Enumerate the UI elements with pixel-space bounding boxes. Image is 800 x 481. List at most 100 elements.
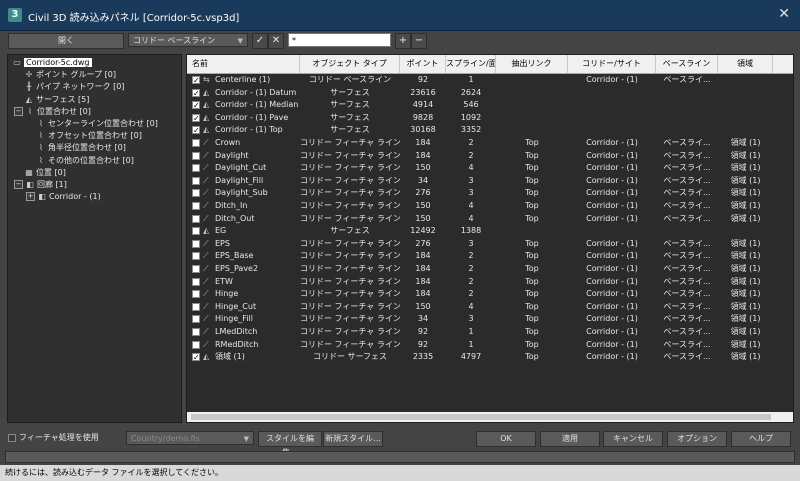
table-row[interactable]: ⟋ Hinge_Fill コリドー フィーチャ ライン 34 3 Top Corridor … — [187, 313, 793, 325]
cell-baseline: ベースライ... — [663, 163, 711, 173]
featureline-icon: ⟋ — [203, 264, 209, 273]
table-row[interactable]: ⟋ Daylight_Sub コリドー フィーチャ ライン 276 3 Top Corrid… — [187, 187, 793, 199]
cell-baseline: ベースライ... — [663, 213, 711, 223]
cancel-button[interactable]: キャンセル — [603, 431, 663, 447]
tree-item[interactable]: ⌇ センターライン位置合わせ [0] — [36, 118, 158, 130]
tree-item[interactable]: ✢ ポイント グループ [0] — [24, 69, 116, 81]
row-checkbox[interactable] — [192, 265, 200, 273]
row-checkbox[interactable] — [192, 277, 200, 286]
table-row[interactable]: ⟋ Crown コリドー フィーチャ ライン 184 2 Top Corridor - (1… — [187, 137, 793, 149]
table-row[interactable]: ⟋ Daylight_Fill コリドー フィーチャ ライン 34 3 Top Corrid… — [187, 175, 793, 187]
row-checkbox[interactable]: ✓ — [192, 88, 200, 97]
cell-type: サーフェス — [330, 112, 370, 122]
row-checkbox[interactable] — [192, 227, 200, 236]
row-checkbox[interactable] — [192, 139, 200, 147]
table-row[interactable]: ◭ EG サーフェス 12492 1388 — [187, 225, 793, 237]
table-row[interactable]: ✓ ⇆ Centerline (1) コリドー ベースライン 92 1 Corridor -… — [187, 74, 793, 86]
tree-item[interactable]: − ◧ 回廊 [1] — [14, 179, 67, 191]
add-filter-icon[interactable]: + — [395, 33, 411, 49]
tree-item[interactable]: ⌇ その他の位置合わせ [0] — [36, 155, 134, 167]
cell-points: 150 — [415, 163, 431, 173]
row-checkbox[interactable]: ✓ — [192, 126, 200, 135]
tree-item[interactable]: ▭ Corridor-5c.dwg — [12, 57, 92, 69]
table-row[interactable]: ⟋ Daylight_Cut コリドー フィーチャ ライン 150 4 Top Corrid… — [187, 162, 793, 174]
row-checkbox[interactable] — [192, 239, 200, 248]
tree-item[interactable]: ◭ サーフェス [5] — [24, 94, 89, 106]
baseline-type-select[interactable]: コリドー ベースライン ▼ — [128, 33, 248, 47]
row-checkbox[interactable]: ✓ — [192, 76, 200, 85]
close-icon[interactable]: ✕ — [778, 6, 790, 22]
fis-file-select[interactable]: Country/demo.fis ▼ — [126, 431, 254, 445]
column-header[interactable]: ベースライン — [656, 55, 718, 73]
row-checkbox[interactable] — [192, 315, 200, 324]
column-header[interactable]: スプライン/面 — [446, 55, 496, 73]
table-row[interactable]: ⟋ LMedDitch コリドー フィーチャ ライン 92 1 Top Corridor -… — [187, 326, 793, 338]
new-style-button[interactable]: 新規スタイル... — [323, 431, 383, 447]
column-header[interactable]: ポイント — [400, 55, 446, 73]
remove-filter-icon[interactable]: − — [411, 33, 427, 49]
row-checkbox[interactable] — [192, 302, 200, 311]
uncheck-all-icon[interactable]: ✕ — [268, 33, 284, 49]
table-row[interactable]: ⟋ Hinge_Cut コリドー フィーチャ ライン 150 4 Top Corridor … — [187, 301, 793, 313]
cell-splines: 4 — [468, 213, 474, 223]
table-row[interactable]: ✓ ◭ Corridor - (1) Datum サーフェス 23616 2624 — [187, 87, 793, 99]
table-row[interactable]: ⟋ RMedDitch コリドー フィーチャ ライン 92 1 Top Corridor -… — [187, 339, 793, 351]
table-row[interactable]: ⟋ Ditch_Out コリドー フィーチャ ライン 150 4 Top Corridor … — [187, 213, 793, 225]
table-row[interactable]: ⟋ EPS_Base コリドー フィーチャ ライン 184 2 Top Corridor -… — [187, 250, 793, 262]
column-header[interactable]: オブジェクト タイプ — [300, 55, 400, 73]
expand-icon[interactable]: + — [26, 192, 35, 202]
cell-splines: 4797 — [460, 352, 482, 362]
row-checkbox[interactable] — [192, 189, 200, 198]
row-checkbox[interactable] — [192, 151, 200, 160]
scrollbar-thumb[interactable] — [191, 414, 771, 420]
check-all-icon[interactable]: ✓ — [252, 33, 268, 49]
edit-style-button[interactable]: スタイルを編集... — [258, 431, 322, 457]
tree-item[interactable]: ╫ パイプ ネットワーク [0] — [24, 81, 125, 93]
row-checkbox[interactable] — [192, 164, 200, 173]
row-checkbox[interactable] — [192, 202, 200, 210]
cell-corridor: Corridor - (1) — [586, 163, 638, 173]
object-tree[interactable]: ▭ Corridor-5c.dwg ✢ ポイント グループ [0] ╫ パイプ ネットワー… — [7, 54, 182, 423]
row-checkbox[interactable] — [192, 252, 200, 261]
row-checkbox[interactable] — [192, 328, 200, 336]
row-checkbox[interactable] — [192, 290, 200, 299]
table-row[interactable]: ⟋ Hinge コリドー フィーチャ ライン 184 2 Top Corridor - (1… — [187, 288, 793, 300]
tree-item[interactable]: + ◧ Corridor - (1) — [26, 191, 101, 203]
tree-item[interactable]: ⌇ オフセット位置合わせ [0] — [36, 130, 142, 142]
column-header[interactable]: 抽出リンク — [496, 55, 568, 73]
table-row[interactable]: ⟋ EPS コリドー フィーチャ ライン 276 3 Top Corridor - (1) ベ… — [187, 238, 793, 250]
column-header[interactable]: コリドー/サイト — [568, 55, 656, 73]
column-header[interactable]: 名前 — [187, 55, 300, 73]
apply-button[interactable]: 適用 — [540, 431, 600, 447]
options-button[interactable]: オプション — [667, 431, 727, 447]
row-checkbox[interactable]: ✓ — [192, 101, 200, 110]
ok-button[interactable]: OK — [476, 431, 536, 447]
tree-item[interactable]: ▦ 位置 [0] — [24, 167, 66, 179]
open-button[interactable]: 開く — [8, 33, 124, 49]
table-row[interactable]: ✓ ◭ Corridor - (1) Median サーフェス 4914 546 — [187, 99, 793, 111]
table-row[interactable]: ⟋ EPS_Pave2 コリドー フィーチャ ライン 184 2 Top Corridor … — [187, 263, 793, 275]
row-checkbox[interactable] — [192, 214, 200, 223]
table-row[interactable]: ⟋ Daylight コリドー フィーチャ ライン 184 2 Top Corridor -… — [187, 150, 793, 162]
collapse-icon[interactable]: − — [14, 106, 23, 116]
table-row[interactable]: ⟋ ETW コリドー フィーチャ ライン 184 2 Top Corridor - (1) ベ… — [187, 276, 793, 288]
row-checkbox[interactable] — [192, 176, 200, 185]
tree-item[interactable]: − ⌇ 位置合わせ [0] — [14, 106, 91, 118]
object-grid[interactable]: 名前 オブジェクト タイプ ポイント スプライン/面 抽出リンク コリドー/サイト ベースラ… — [186, 54, 794, 423]
table-row[interactable]: ⟋ Ditch_In コリドー フィーチャ ライン 150 4 Top Corridor -… — [187, 200, 793, 212]
help-button[interactable]: ヘルプ — [731, 431, 791, 447]
table-row[interactable]: ✓ ◭ Corridor - (1) Top サーフェス 30168 3352 — [187, 124, 793, 136]
row-checkbox[interactable] — [192, 340, 200, 349]
row-checkbox[interactable]: ✓ — [192, 353, 200, 362]
row-checkbox[interactable]: ✓ — [192, 113, 200, 122]
name-filter-input[interactable]: * — [288, 33, 391, 47]
surface-icon: ◭ — [203, 100, 210, 110]
collapse-icon[interactable]: − — [14, 180, 23, 189]
tree-item[interactable]: ⌇ 角半径位置合わせ [0] — [36, 142, 126, 154]
column-header[interactable]: 領域 — [718, 55, 773, 73]
use-feature-processing-checkbox[interactable] — [8, 434, 16, 442]
table-row[interactable]: ✓ ◭ 領域 (1) コリドー サーフェス 2335 4797 Top Corridor - … — [187, 351, 793, 363]
table-row[interactable]: ✓ ◭ Corridor - (1) Pave サーフェス 9828 1092 — [187, 112, 793, 124]
cell-link — [496, 87, 568, 99]
horizontal-scrollbar[interactable] — [187, 412, 793, 422]
